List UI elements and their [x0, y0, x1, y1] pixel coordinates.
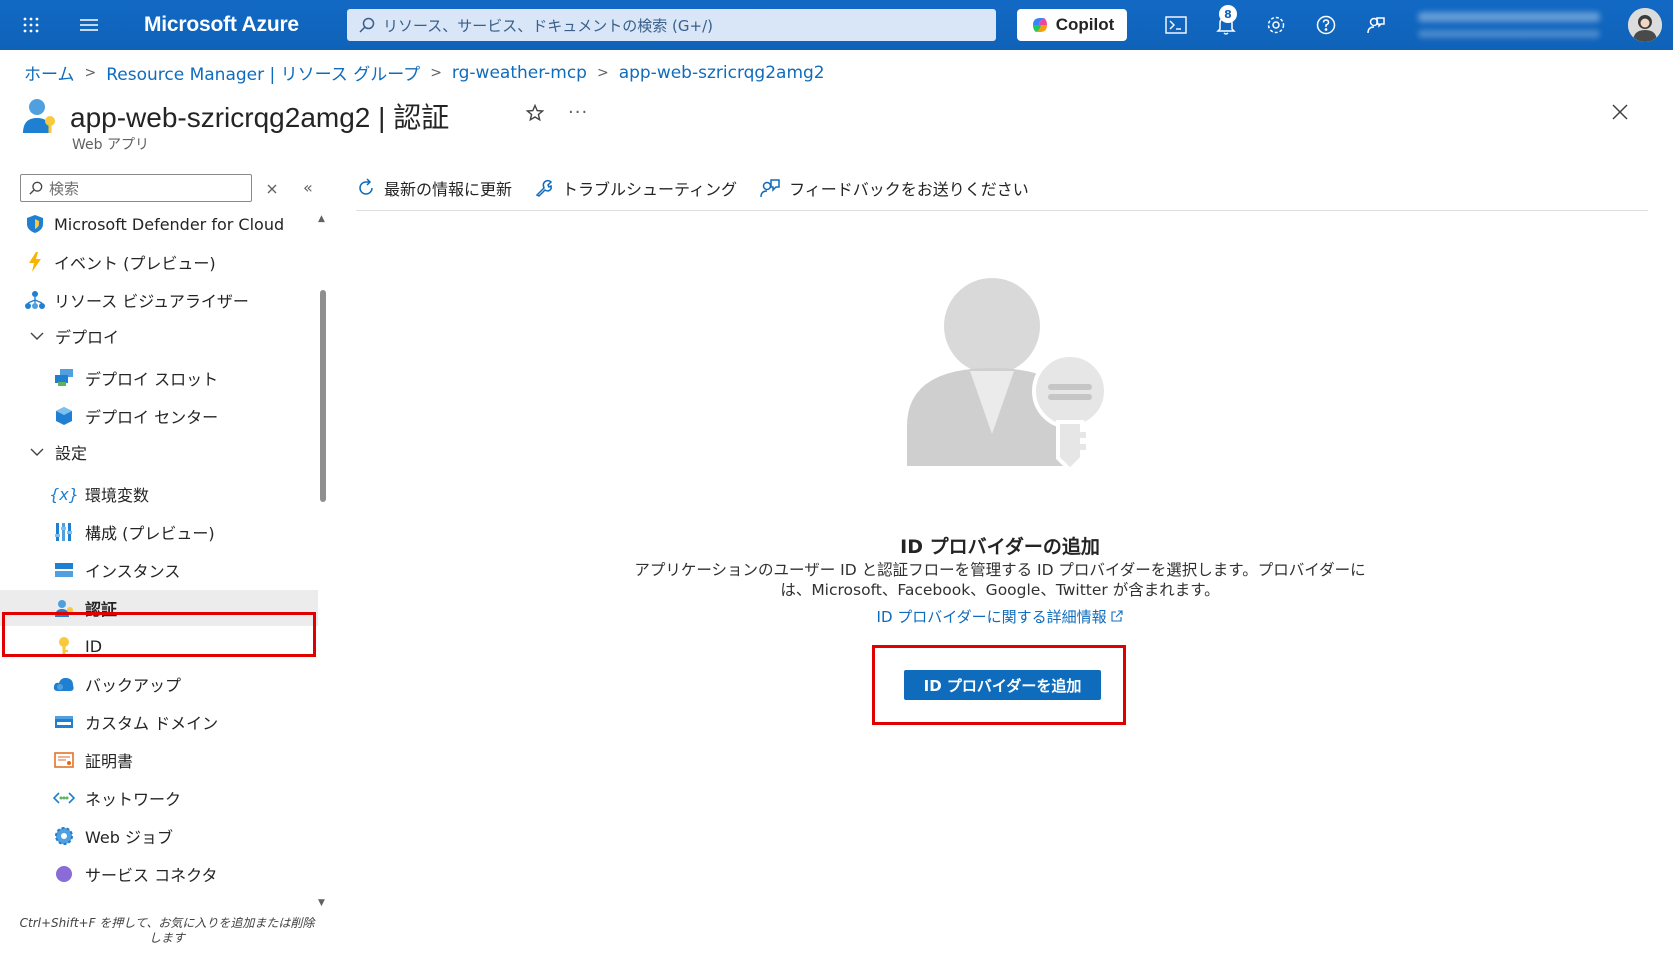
- breadcrumb-chevron-icon: >: [430, 64, 442, 81]
- sidebar-group-settings[interactable]: 設定: [0, 434, 318, 470]
- feedback-button[interactable]: フィードバックをお送りください: [759, 176, 1029, 200]
- sidebar-item-webjobs[interactable]: Web ジョブ: [0, 818, 318, 854]
- account-name-blurred[interactable]: [1418, 12, 1600, 22]
- refresh-button[interactable]: 最新の情報に更新: [356, 176, 512, 200]
- deployment-center-icon: [53, 405, 75, 427]
- chevron-down-icon: [26, 325, 48, 347]
- instances-icon: [53, 559, 75, 581]
- custom-domain-icon: [53, 711, 75, 733]
- hierarchy-icon: [24, 289, 46, 311]
- top-bar: Microsoft Azure リソース、サービス、ドキュメントの検索 (G+/…: [0, 0, 1673, 50]
- empty-state-description: アプリケーションのユーザー ID と認証フローを管理する ID プロバイダーを選…: [634, 561, 1366, 599]
- feedback-icon: [760, 179, 780, 198]
- sidebar-group-deploy[interactable]: デプロイ: [0, 318, 318, 354]
- sidebar-item-events[interactable]: イベント (プレビュー): [0, 244, 318, 280]
- copilot-icon: [1032, 18, 1047, 32]
- webjobs-icon: [53, 825, 75, 847]
- sidebar-item-configuration[interactable]: 構成 (プレビュー): [0, 514, 318, 550]
- sidebar-item-instances[interactable]: インスタンス: [0, 552, 318, 588]
- help-question-icon[interactable]: [1310, 9, 1342, 41]
- breadcrumb-chevron-icon: >: [596, 64, 609, 81]
- learn-more-link[interactable]: ID プロバイダーに関する詳細情報: [800, 606, 1200, 627]
- notification-count-badge: 8: [1219, 5, 1237, 23]
- highlight-box-authentication: [2, 612, 316, 657]
- page-subtitle: Web アプリ: [72, 137, 149, 153]
- sidebar-item-deployment-slots[interactable]: デプロイ スロット: [0, 360, 318, 396]
- wrench-icon: [535, 179, 553, 197]
- page-title: app-web-szricrqg2amg2 | 認証: [70, 102, 450, 133]
- breadcrumb-chevron-icon: >: [84, 64, 97, 81]
- highlight-box-add-button: [872, 645, 1126, 725]
- lightning-icon: [24, 251, 46, 273]
- scroll-up-arrow-icon[interactable]: ▲: [318, 214, 325, 224]
- breadcrumb-resource-groups[interactable]: Resource Manager | リソース グループ: [106, 60, 420, 85]
- close-icon[interactable]: [1612, 104, 1628, 124]
- sidebar-item-backup[interactable]: バックアップ: [0, 666, 318, 702]
- breadcrumb-web-app[interactable]: app-web-szricrqg2amg2: [619, 63, 825, 83]
- user-avatar[interactable]: [1628, 8, 1662, 42]
- copilot-button[interactable]: Copilot: [1017, 9, 1127, 41]
- settings-gear-icon[interactable]: [1260, 9, 1292, 41]
- favorite-star-icon[interactable]: [525, 103, 545, 126]
- sidebar-item-networking[interactable]: ネットワーク: [0, 780, 318, 816]
- more-options-icon[interactable]: ···: [568, 102, 588, 123]
- search-icon: [359, 17, 375, 33]
- search-placeholder: リソース、サービス、ドキュメントの検索 (G+/): [383, 16, 713, 35]
- sidebar-item-environment-variables[interactable]: {x} 環境変数: [0, 476, 318, 512]
- breadcrumb: ホーム > Resource Manager | リソース グループ > rg-…: [24, 60, 825, 86]
- toolbar-divider: [356, 210, 1648, 211]
- menu-search-placeholder: 検索: [49, 179, 80, 198]
- clear-filter-icon[interactable]: [266, 180, 278, 199]
- feedback-person-icon[interactable]: [1360, 9, 1392, 41]
- refresh-icon: [359, 178, 373, 195]
- sidebar-item-deployment-center[interactable]: デプロイ センター: [0, 398, 318, 434]
- collapse-menu-icon[interactable]: «: [303, 178, 313, 197]
- defender-shield-icon: [24, 213, 46, 235]
- scroll-down-arrow-icon[interactable]: ▼: [318, 898, 325, 908]
- menu-scrollbar-thumb[interactable]: [320, 290, 326, 502]
- global-search-input[interactable]: リソース、サービス、ドキュメントの検索 (G+/): [347, 9, 996, 41]
- app-launcher-icon[interactable]: [14, 0, 48, 50]
- chevron-down-icon: [26, 441, 48, 463]
- sidebar-item-defender[interactable]: Microsoft Defender for Cloud: [0, 206, 318, 242]
- certificate-icon: [53, 749, 75, 771]
- empty-state-heading: ID プロバイダーの追加: [900, 536, 1100, 558]
- authentication-icon: [23, 99, 55, 133]
- backup-cloud-icon: [53, 673, 75, 695]
- breadcrumb-home[interactable]: ホーム: [24, 60, 75, 85]
- breadcrumb-resource-group[interactable]: rg-weather-mcp: [452, 63, 587, 83]
- service-connector-icon: [53, 863, 75, 885]
- networking-icon: [53, 787, 75, 809]
- sidebar-item-custom-domains[interactable]: カスタム ドメイン: [0, 704, 318, 740]
- external-link-icon: [1111, 610, 1124, 622]
- command-bar: 最新の情報に更新 トラブルシューティング フィードバックをお送りください: [356, 172, 1051, 204]
- sidebar-item-service-connector[interactable]: サービス コネクタ: [0, 856, 318, 892]
- page-header: app-web-szricrqg2amg2 | 認証: [22, 96, 449, 136]
- favorites-hint: Ctrl+Shift+F を押して、お気に入りを追加または削除します: [14, 916, 320, 946]
- account-directory-blurred: [1418, 30, 1600, 38]
- cloud-shell-icon[interactable]: [1160, 9, 1192, 41]
- brand-name[interactable]: Microsoft Azure: [144, 0, 299, 50]
- deployment-slots-icon: [53, 367, 75, 389]
- variable-icon: {x}: [49, 484, 79, 504]
- sidebar-item-certificates[interactable]: 証明書: [0, 742, 318, 778]
- menu-search-input[interactable]: 検索: [20, 174, 252, 202]
- sidebar-item-resource-visualizer[interactable]: リソース ビジュアライザー: [0, 282, 318, 318]
- identity-provider-illustration: [900, 276, 1110, 480]
- troubleshoot-button[interactable]: トラブルシューティング: [534, 176, 737, 200]
- hamburger-menu-icon[interactable]: [72, 0, 106, 50]
- search-icon: [29, 181, 43, 195]
- configuration-icon: [53, 521, 75, 543]
- copilot-label: Copilot: [1055, 15, 1115, 34]
- menu-list: Microsoft Defender for Cloud イベント (プレビュー…: [0, 206, 318, 894]
